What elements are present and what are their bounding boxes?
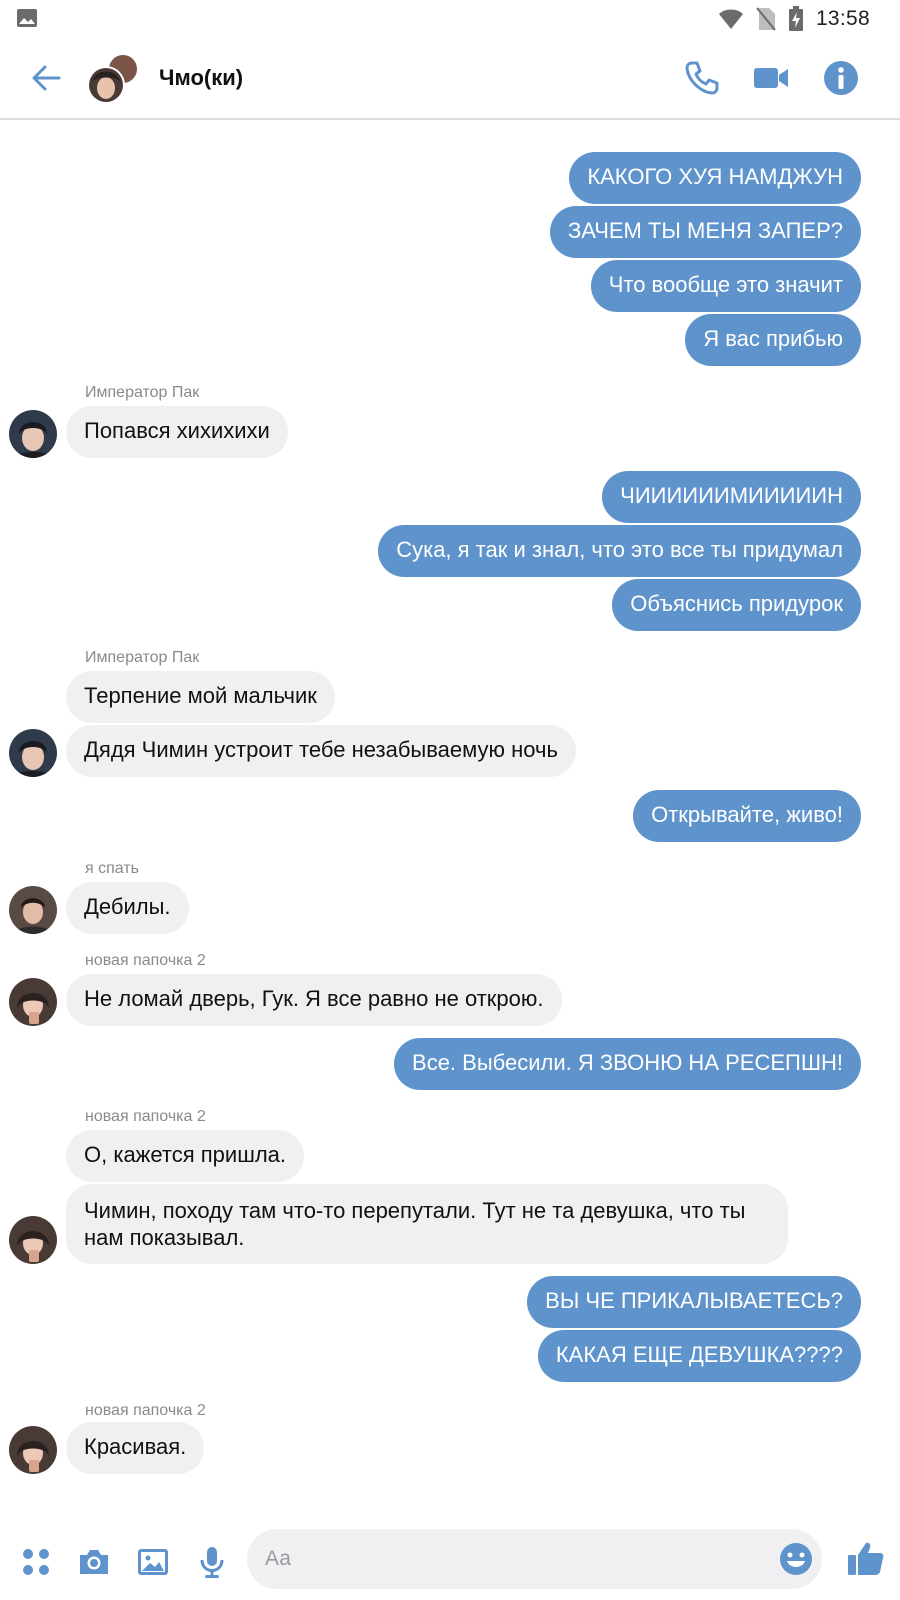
sender-name: новая папочка 2 — [85, 1402, 206, 1419]
outgoing-message[interactable]: КАКАЯ ЕЩЕ ДЕВУШКА???? — [537, 1330, 861, 1382]
outgoing-message[interactable]: Все. Выбесили. Я ЗВОНЮ НА РЕСЕПШН! — [394, 1038, 861, 1090]
sender-name: я спать — [85, 860, 139, 877]
incoming-message[interactable]: Чимин, походу там что-то перепутали. Тут… — [66, 1184, 788, 1264]
wifi-icon — [718, 9, 743, 29]
video-camera-icon[interactable] — [751, 58, 791, 98]
chat-header: Чмо(ки) — [0, 38, 900, 120]
chat-title[interactable]: Чмо(ки) — [159, 65, 243, 91]
message-list[interactable]: КАКОГО ХУЯ НАМДЖУН ЗАЧЕМ ТЫ МЕНЯ ЗАПЕР? … — [0, 121, 900, 1526]
status-bar: 13:58 — [0, 0, 900, 38]
outgoing-message[interactable]: ВЫ ЧЕ ПРИКАЛЫВАЕТЕСЬ? — [527, 1276, 861, 1328]
phone-icon[interactable] — [682, 58, 722, 98]
grid-dots-icon[interactable] — [18, 1544, 54, 1580]
sender-name: новая папочка 2 — [85, 1108, 206, 1125]
info-icon[interactable] — [821, 58, 861, 98]
gallery-notification-icon — [17, 9, 37, 27]
avatar[interactable] — [9, 1216, 57, 1264]
outgoing-message[interactable]: ЧИИИИИИМИИИИИН — [602, 471, 861, 523]
avatar[interactable] — [9, 410, 57, 458]
incoming-message[interactable]: Терпение мой мальчик — [66, 671, 335, 723]
status-time: 13:58 — [815, 7, 870, 30]
sender-name: новая папочка 2 — [85, 952, 206, 969]
avatar[interactable] — [9, 729, 57, 777]
avatar[interactable] — [9, 886, 57, 934]
camera-icon[interactable] — [76, 1544, 112, 1580]
sender-name: Император Пак — [85, 384, 200, 401]
image-icon[interactable] — [135, 1544, 171, 1580]
avatar[interactable] — [9, 1426, 57, 1474]
outgoing-message[interactable]: Сука, я так и знал, что это все ты приду… — [378, 525, 861, 577]
message-composer — [0, 1526, 900, 1600]
no-sim-icon — [756, 7, 776, 31]
incoming-message[interactable]: Не ломай дверь, Гук. Я все равно не откр… — [66, 974, 562, 1026]
avatar[interactable] — [9, 978, 57, 1026]
emoji-icon[interactable] — [778, 1541, 814, 1577]
incoming-message[interactable]: Красивая. — [66, 1422, 205, 1474]
outgoing-message[interactable]: Объяснись придурок — [612, 579, 861, 631]
back-arrow-icon[interactable] — [26, 58, 66, 98]
message-input[interactable] — [265, 1543, 745, 1575]
message-input-field[interactable] — [247, 1529, 822, 1589]
outgoing-message[interactable]: КАКОГО ХУЯ НАМДЖУН — [569, 152, 861, 204]
outgoing-message[interactable]: Открывайте, живо! — [633, 790, 861, 842]
incoming-message[interactable]: Дебилы. — [66, 882, 189, 934]
sender-name: Император Пак — [85, 649, 200, 666]
microphone-icon[interactable] — [194, 1544, 230, 1580]
incoming-message[interactable]: Попався хихихихи — [66, 406, 288, 458]
incoming-message[interactable]: Дядя Чимин устроит тебе незабываемую ноч… — [66, 725, 576, 777]
thumbs-up-icon[interactable] — [846, 1538, 886, 1578]
group-avatar[interactable] — [86, 52, 142, 106]
outgoing-message[interactable]: Что вообще это значит — [590, 260, 861, 312]
incoming-message[interactable]: О, кажется пришла. — [66, 1130, 305, 1182]
outgoing-message[interactable]: Я вас прибью — [685, 314, 861, 366]
battery-charging-icon — [788, 6, 803, 31]
outgoing-message[interactable]: ЗАЧЕМ ТЫ МЕНЯ ЗАПЕР? — [549, 206, 861, 258]
